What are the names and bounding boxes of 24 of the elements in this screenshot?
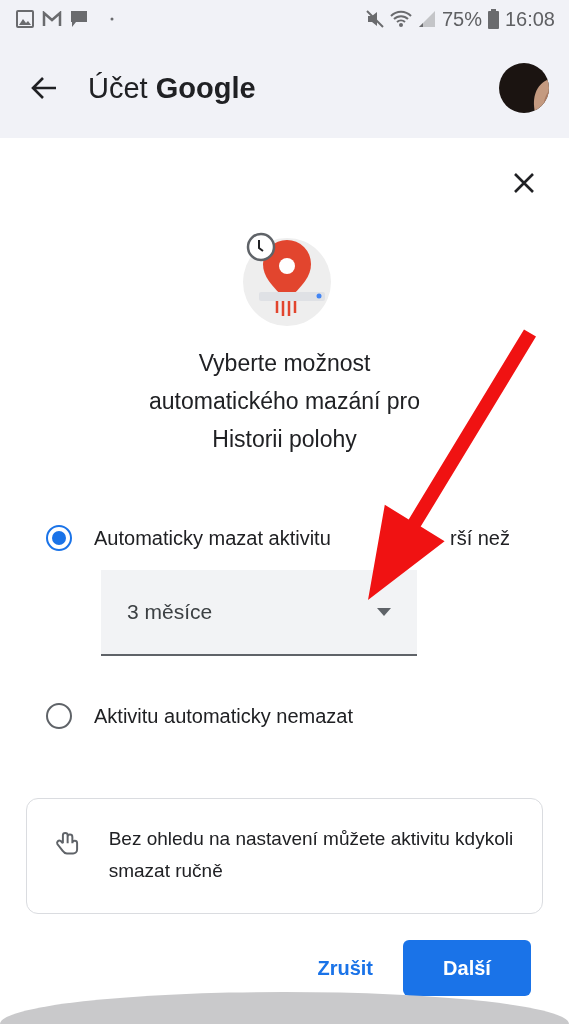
caret-icon xyxy=(377,608,391,616)
next-button[interactable]: Další xyxy=(403,940,531,996)
option-label: Automaticky mazat aktivitu xyxy=(94,526,331,550)
signal-icon xyxy=(417,10,436,28)
cancel-button[interactable]: Zrušit xyxy=(317,956,373,980)
option-label: rší než xyxy=(449,526,510,550)
dot-icon xyxy=(110,17,114,21)
battery-icon xyxy=(487,9,499,29)
wifi-icon xyxy=(389,10,412,28)
image-icon xyxy=(16,10,34,28)
dialog-title: Vyberte možnost automatického mazání pro Historii polohy xyxy=(147,349,421,454)
close-icon[interactable] xyxy=(513,172,535,194)
radio-button[interactable] xyxy=(46,525,72,551)
info-text: Bez ohledu na nastavení můžete aktivitu kdykoli smazat ručně xyxy=(108,827,515,883)
back-arrow-icon[interactable] xyxy=(30,76,58,100)
battery-percent: 75% xyxy=(441,7,482,31)
period-dropdown[interactable]: 3 měsíce xyxy=(101,570,417,656)
app-title: Účet Google xyxy=(88,71,256,105)
option-label: Aktivitu automaticky nemazat xyxy=(94,704,353,728)
mute-icon xyxy=(365,10,384,28)
radio-button[interactable] xyxy=(46,703,72,729)
chat-icon xyxy=(70,10,88,28)
mail-icon xyxy=(42,11,62,27)
clock: 16:08 xyxy=(504,7,555,31)
